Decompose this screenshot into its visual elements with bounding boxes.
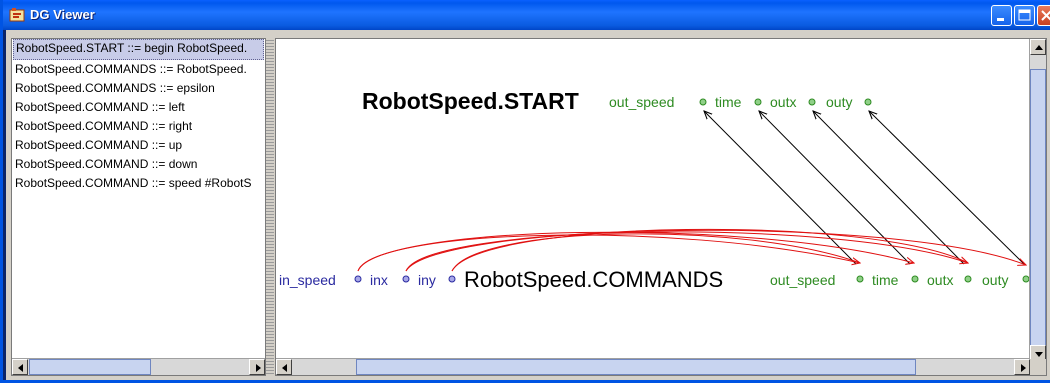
rule-list-item[interactable]: RobotSpeed.COMMAND ::= speed #RobotS: [12, 174, 265, 193]
rule-list-horizontal-scrollbar[interactable]: [12, 358, 265, 375]
scroll-thumb[interactable]: [356, 359, 916, 375]
minimize-icon: [997, 18, 1004, 21]
bottom-attr-label: out_speed: [770, 272, 835, 288]
scroll-left-button[interactable]: [12, 359, 28, 375]
bottom-inherited-label: iny: [418, 272, 436, 288]
top-node-name: RobotSpeed.START: [362, 88, 579, 114]
maximize-button[interactable]: [1014, 5, 1035, 26]
rule-list-item[interactable]: RobotSpeed.COMMANDS ::= RobotSpeed.: [12, 60, 265, 79]
scrollbar-corner: [1030, 359, 1046, 375]
vertical-scroll-thumb[interactable]: [1030, 69, 1046, 369]
scroll-up-button[interactable]: [1030, 39, 1046, 55]
arrow-left-icon: [18, 364, 23, 372]
bottom-inherited-label: inx: [370, 272, 388, 288]
top-attr-label: out_speed: [609, 94, 674, 110]
graph-horizontal-scrollbar[interactable]: [276, 358, 1030, 375]
top-attr-label: outx: [770, 94, 796, 110]
arrow-up-icon: [1035, 45, 1043, 50]
top-attr-port[interactable]: [754, 98, 762, 106]
client-area: RobotSpeed.START ::= begin RobotSpeed. Ro…: [6, 30, 1050, 380]
arrow-left-icon: [282, 364, 287, 372]
title-bar[interactable]: DG Viewer: [3, 0, 1050, 30]
dg-viewer-window: DG Viewer RobotSpeed.START ::= begin Rob…: [0, 0, 1050, 383]
dependency-graph-panel: RobotSpeed.START out_speed time outx out…: [275, 38, 1047, 376]
close-button[interactable]: [1037, 5, 1050, 26]
bottom-attr-port[interactable]: [856, 275, 864, 283]
dependency-graph: RobotSpeed.START out_speed time outx out…: [279, 88, 1030, 292]
top-attr-port[interactable]: [864, 98, 872, 106]
split-pane-divider[interactable]: [266, 38, 274, 376]
minimize-button[interactable]: [991, 5, 1012, 26]
top-attr-port[interactable]: [808, 98, 816, 106]
bottom-inherited-port[interactable]: [448, 275, 456, 283]
bottom-inherited-port[interactable]: [402, 275, 410, 283]
rule-list-panel: RobotSpeed.START ::= begin RobotSpeed. Ro…: [11, 38, 266, 376]
scroll-left-button[interactable]: [276, 359, 292, 375]
rule-list-item[interactable]: RobotSpeed.COMMAND ::= down: [12, 155, 265, 174]
dependency-edge: [704, 111, 857, 265]
scroll-right-button[interactable]: [249, 359, 265, 375]
scroll-thumb[interactable]: [29, 359, 151, 375]
rule-list[interactable]: RobotSpeed.START ::= begin RobotSpeed. Ro…: [12, 39, 265, 193]
bottom-attr-label: time: [872, 272, 899, 288]
top-attr-label: outy: [826, 94, 852, 110]
close-icon: [1041, 10, 1050, 21]
window-title: DG Viewer: [30, 7, 95, 22]
dependency-edge: [869, 111, 1025, 265]
top-attr-label: time: [715, 94, 742, 110]
top-attr-port[interactable]: [699, 98, 707, 106]
maximize-icon: [1018, 9, 1031, 21]
rule-list-item[interactable]: RobotSpeed.COMMAND ::= right: [12, 117, 265, 136]
bottom-node-name: RobotSpeed.COMMANDS: [464, 267, 723, 292]
bottom-attr-port[interactable]: [964, 275, 972, 283]
bottom-attr-label: outx: [927, 272, 953, 288]
scroll-right-button[interactable]: [1014, 359, 1030, 375]
arrow-right-icon: [256, 364, 261, 372]
bottom-inherited-label: in_speed: [279, 272, 336, 288]
arrow-down-icon: [1035, 352, 1043, 357]
rule-list-item[interactable]: RobotSpeed.START ::= begin RobotSpeed.: [13, 39, 264, 60]
bottom-inherited-port[interactable]: [354, 275, 362, 283]
rule-list-item[interactable]: RobotSpeed.COMMAND ::= up: [12, 136, 265, 155]
arrow-right-icon: [1021, 364, 1026, 372]
bottom-attr-port[interactable]: [911, 275, 919, 283]
dg-viewer-app-icon: [9, 8, 25, 22]
rule-list-item[interactable]: RobotSpeed.COMMANDS ::= epsilon: [12, 79, 265, 98]
rule-list-item[interactable]: RobotSpeed.COMMAND ::= left: [12, 98, 265, 117]
bottom-attr-label: outy: [982, 272, 1008, 288]
graph-vertical-scrollbar[interactable]: [1029, 39, 1046, 369]
